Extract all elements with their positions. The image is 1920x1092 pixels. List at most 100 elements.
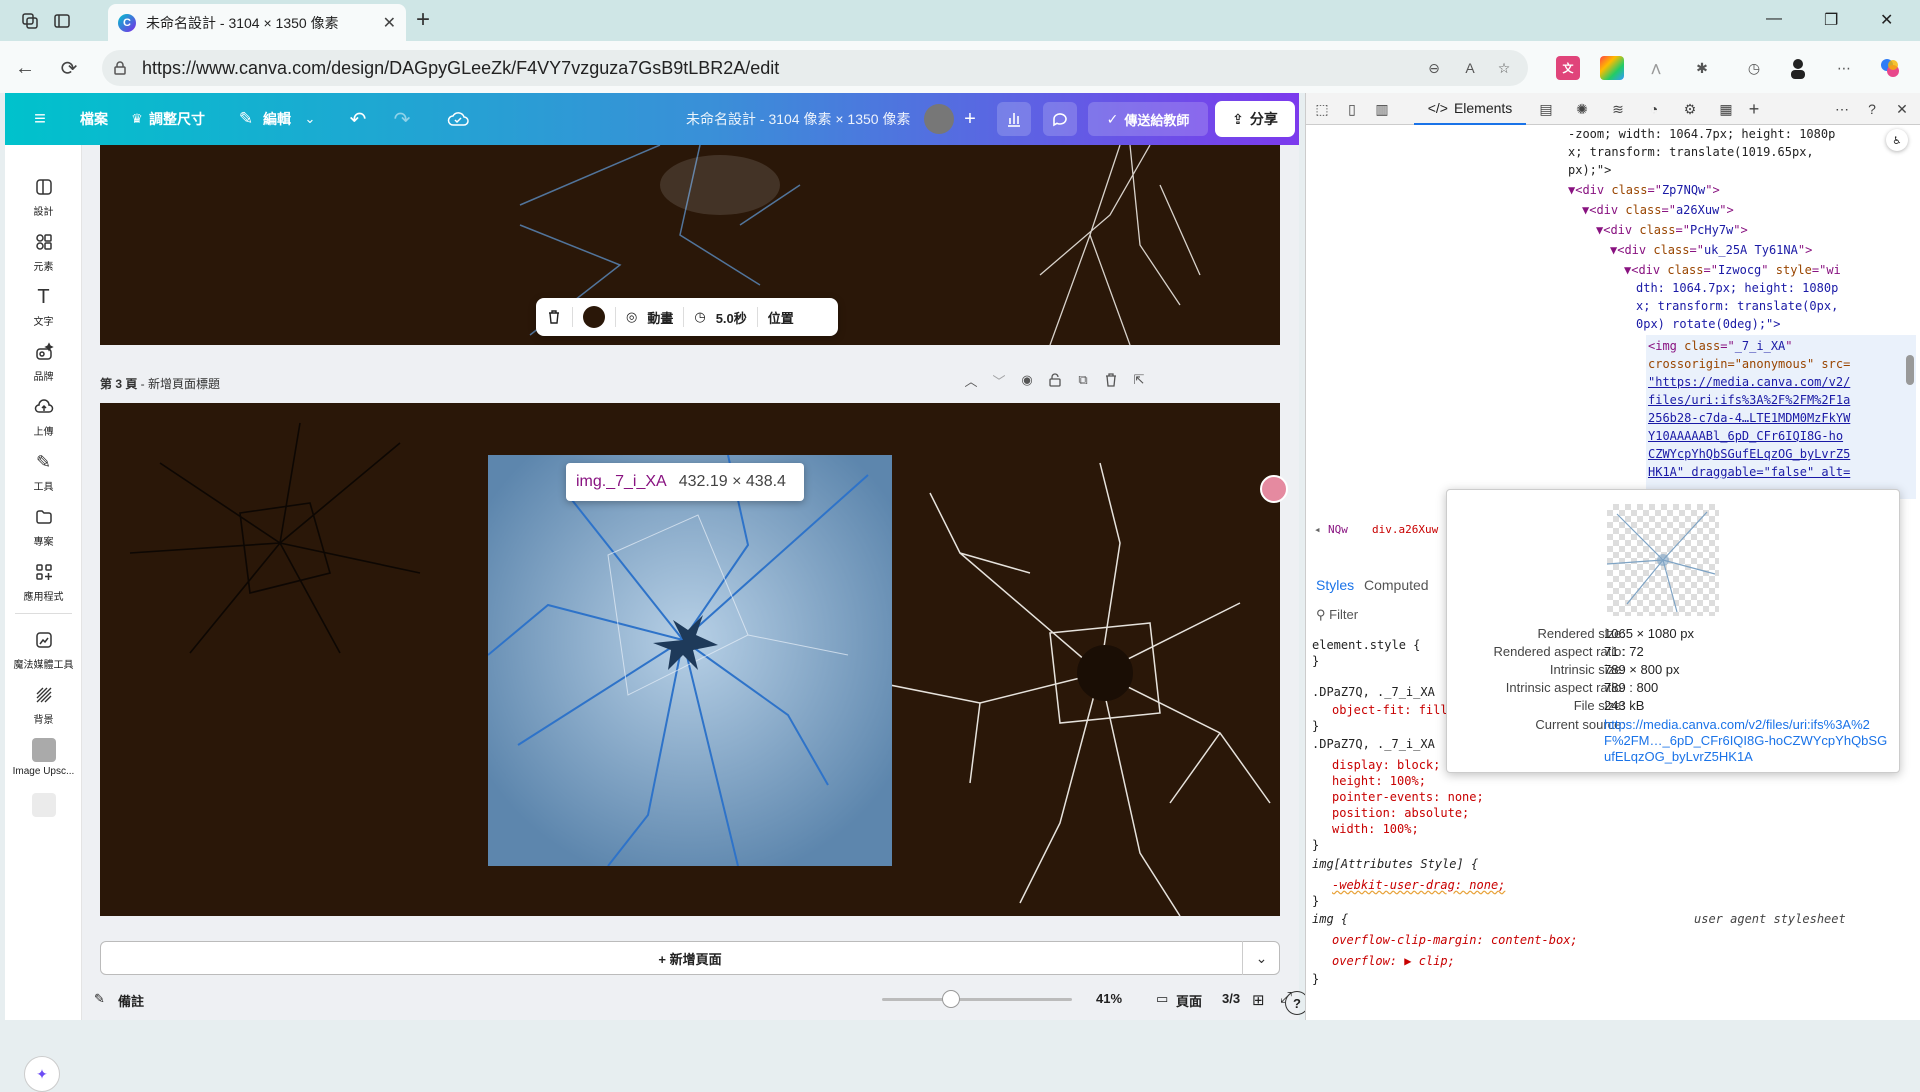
popup-source-link[interactable]: https://media.canva.com/v2/files/uri:ifs… <box>1604 717 1889 765</box>
dom-line-url[interactable]: Y10AAAAABl_6pD_CFr6IQI8G-ho <box>1648 427 1843 445</box>
sidebar-item-magic-media[interactable]: 魔法媒體工具 <box>5 628 82 671</box>
close-window-icon[interactable]: ✕ <box>1880 10 1893 30</box>
css-property[interactable]: display: block; <box>1332 757 1440 773</box>
css-selector[interactable]: .DPaZ7Q, ._7_i_XA <box>1312 736 1435 752</box>
move-page-up-icon[interactable]: ︿ <box>960 369 982 391</box>
performance-icon[interactable]: ◔ <box>1644 99 1664 119</box>
network-wifi-icon[interactable]: ≋ <box>1608 99 1628 119</box>
css-property[interactable]: pointer-events: none; <box>1332 789 1484 805</box>
hamburger-menu-icon[interactable]: ≡ <box>27 106 53 132</box>
color-swatch[interactable] <box>583 306 605 328</box>
dock-side-icon[interactable]: ▥ <box>1372 99 1392 119</box>
menu-file[interactable]: 檔案 <box>80 109 108 129</box>
color-extension-icon[interactable] <box>1600 56 1624 80</box>
dom-line-url[interactable]: CZWYcpYhQbSGufELqzOG_byLvrZ5 <box>1648 445 1850 463</box>
dom-line-url[interactable]: "https://media.canva.com/v2/ <box>1648 373 1850 391</box>
sidebar-item-tools[interactable]: ✎ 工具 <box>5 450 82 494</box>
console-icon[interactable]: ▤ <box>1536 99 1556 119</box>
refresh-icon[interactable]: ⟳ <box>56 55 82 81</box>
close-tab-icon[interactable]: ✕ <box>383 13 396 33</box>
zoom-level[interactable]: 41% <box>1096 991 1122 1006</box>
dom-node-a26xuw[interactable]: ▼<div class="a26Xuw"> <box>1582 201 1734 219</box>
sidebar-item-background[interactable]: 背景 <box>5 683 82 726</box>
move-page-down-icon[interactable]: ﹀ <box>988 369 1010 391</box>
browser-tab-active[interactable]: C 未命名設計 - 3104 × 1350 像素 ✕ <box>108 4 406 41</box>
history-icon[interactable]: ◷ <box>1742 56 1766 80</box>
dom-line[interactable]: x; transform: translate(1019.65px, <box>1568 143 1814 161</box>
breadcrumb-scroll-left-icon[interactable]: ◂ <box>1314 523 1321 536</box>
back-icon[interactable]: ← <box>12 55 38 81</box>
duplicate-page-icon[interactable]: ⧉ <box>1072 369 1094 391</box>
dom-line[interactable]: 0px) rotate(0deg);"> <box>1636 315 1781 333</box>
css-selector[interactable]: .DPaZ7Q, ._7_i_XA <box>1312 684 1435 700</box>
new-tab-icon[interactable]: + <box>416 8 430 32</box>
add-page-button[interactable]: + 新增頁面 <box>100 941 1280 975</box>
dom-line[interactable]: px);"> <box>1568 161 1611 179</box>
magic-assistant-icon[interactable]: ✦ <box>24 1056 60 1092</box>
more-menu-icon[interactable]: ⋯ <box>1832 56 1856 80</box>
cloud-saved-icon[interactable] <box>445 106 471 132</box>
extension-badge-icon[interactable] <box>1260 475 1288 503</box>
more-tools-plus-icon[interactable]: + <box>1744 99 1764 119</box>
send-teacher-button[interactable]: ✓ 傳送給教師 <box>1088 102 1208 136</box>
translate-extension-icon[interactable]: 文 <box>1556 56 1580 80</box>
lock-page-icon[interactable] <box>1044 369 1066 391</box>
sidebar-item-text[interactable]: T 文字 <box>5 285 82 329</box>
dom-node-uk25a[interactable]: ▼<div class="uk_25A Ty61NA"> <box>1610 241 1812 259</box>
add-collaborator-icon[interactable]: + <box>957 106 983 132</box>
delete-page-icon[interactable] <box>1100 369 1122 391</box>
sidebar-item-more[interactable] <box>5 793 82 817</box>
doc-title[interactable]: 未命名設計 - 3104 像素 × 1350 像素 <box>686 109 910 129</box>
notes-button[interactable]: 備註 <box>118 991 144 1010</box>
extensions-puzzle-icon[interactable]: ✱ <box>1690 56 1714 80</box>
devtools-close-icon[interactable]: ✕ <box>1892 99 1912 119</box>
sidebar-item-elements[interactable]: 元素 <box>5 230 82 273</box>
css-element-style[interactable]: element.style { <box>1312 637 1420 653</box>
address-bar[interactable]: https://www.canva.com/design/DAGpyGLeeZk… <box>102 50 1528 86</box>
add-page-dropdown-icon[interactable]: ⌄ <box>1242 941 1280 975</box>
sidebar-item-projects[interactable]: 專案 <box>5 505 82 548</box>
sidebar-item-upload[interactable]: 上傳 <box>5 395 82 438</box>
styles-filter-input[interactable]: ⚲ Filter <box>1316 607 1446 629</box>
grid-view-icon[interactable]: ⊞ <box>1252 991 1265 1009</box>
sidebar-item-apps[interactable]: 應用程式 <box>5 560 82 603</box>
hide-page-icon[interactable]: ◉ <box>1016 369 1038 391</box>
dom-line[interactable]: x; transform: translate(0px, <box>1636 297 1838 315</box>
undo-icon[interactable]: ↶ <box>345 106 371 132</box>
sidebar-item-design[interactable]: 設計 <box>5 175 82 218</box>
site-info-icon[interactable] <box>108 56 132 80</box>
animate-button[interactable]: 動畫 <box>647 308 673 327</box>
page-label[interactable]: 第 3 頁 - 新增頁面標題 <box>100 375 220 392</box>
dom-line[interactable]: -zoom; width: 1064.7px; height: 1080p <box>1568 125 1835 143</box>
tab-elements[interactable]: </> Elements <box>1414 93 1526 125</box>
zoom-out-icon[interactable]: ⊖ <box>1422 56 1446 80</box>
css-property[interactable]: object-fit: fill <box>1332 702 1448 718</box>
dom-line[interactable]: crossorigin="anonymous" src= <box>1648 355 1850 373</box>
selected-image-element[interactable] <box>488 455 892 866</box>
workspaces-icon[interactable] <box>18 9 42 33</box>
css-property[interactable]: height: 100%; <box>1332 773 1426 789</box>
zoom-slider[interactable] <box>882 998 1072 1001</box>
zoom-slider-knob[interactable] <box>942 990 960 1008</box>
breadcrumb-item[interactable]: NQw <box>1328 523 1348 536</box>
dom-line-url[interactable]: 256b28-c7da-4…LTE1MDM0MzFkYW <box>1648 409 1850 427</box>
copilot-icon[interactable] <box>1878 56 1902 80</box>
notes-icon[interactable]: ✎ <box>94 991 105 1007</box>
chevron-down-icon[interactable]: ⌄ <box>297 106 323 132</box>
trash-icon[interactable] <box>546 309 562 325</box>
comment-icon[interactable] <box>1043 102 1077 136</box>
duration-button[interactable]: 5.0秒 <box>716 308 747 327</box>
accessibility-icon[interactable]: ♿ <box>1886 129 1908 151</box>
dom-node-izwocg[interactable]: ▼<div class="Izwocg" style="wi <box>1624 261 1841 279</box>
pages-icon[interactable]: ▭ <box>1156 991 1168 1007</box>
sidebar-item-brand[interactable]: 品牌 <box>5 340 82 383</box>
profile-avatar-icon[interactable] <box>1786 56 1810 80</box>
settings-gear-icon[interactable]: ⚙ <box>1680 99 1700 119</box>
css-property[interactable]: overflow: ▶ clip; <box>1332 953 1455 969</box>
add-page-after-icon[interactable]: ⇱ <box>1128 369 1150 391</box>
tab-actions-icon[interactable] <box>50 9 74 33</box>
dom-line-url[interactable]: files/uri:ifs%3A%2F%2FM%2F1a <box>1648 391 1850 409</box>
inspect-element-icon[interactable]: ⬚ <box>1312 99 1332 119</box>
device-toolbar-icon[interactable]: ▯ <box>1342 99 1362 119</box>
maximize-icon[interactable]: ❐ <box>1824 10 1838 30</box>
